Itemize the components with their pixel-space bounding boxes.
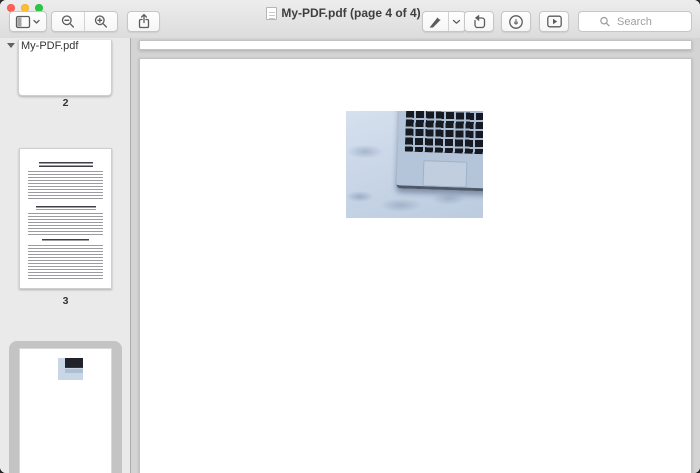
search-icon: [600, 16, 610, 26]
thumbnail-page-3[interactable]: [19, 148, 112, 289]
disclosure-triangle-icon[interactable]: [7, 43, 15, 48]
markup-pen-icon: [429, 17, 441, 28]
thumbnail-page-4[interactable]: [19, 348, 112, 473]
laptop-trackpad: [422, 160, 468, 188]
markup-pen-button[interactable]: [423, 12, 448, 31]
thumb-text-heading: [35, 206, 96, 210]
page-2-label: 2: [62, 97, 69, 109]
thumbnail-page-4-selected[interactable]: [9, 341, 122, 473]
markup-controls: [422, 11, 466, 32]
annotate-icon: [509, 14, 523, 29]
laptop-on-marble-photo: [346, 111, 483, 218]
document-proxy-icon[interactable]: [266, 6, 278, 20]
share-icon: [138, 13, 149, 29]
chevron-down-icon: [453, 19, 461, 24]
document-view[interactable]: [131, 38, 700, 473]
rotate-left-icon: [473, 14, 485, 29]
search-field[interactable]: [578, 11, 692, 32]
zoom-in-button[interactable]: [84, 12, 117, 31]
share-button[interactable]: [127, 11, 160, 32]
slideshow-play-icon: [546, 15, 562, 28]
zoom-controls: [51, 11, 118, 32]
preview-window: My-PDF.pdf (page 4 of 4) Search My-PDF.p…: [0, 0, 700, 473]
annotate-button[interactable]: [501, 11, 531, 32]
sidebar-filename: My-PDF.pdf: [21, 39, 79, 52]
thumb-text-heading: [42, 239, 89, 242]
thumb-text-paragraph: [28, 171, 103, 201]
thumb-text-paragraph: [28, 245, 103, 281]
page-3-label: 3: [62, 295, 69, 307]
thumb-text-heading: [38, 162, 93, 167]
page-4[interactable]: [139, 58, 692, 473]
sidebar-view-button[interactable]: [9, 11, 47, 32]
slideshow-button[interactable]: [539, 11, 569, 32]
sidebar-view-icon: [15, 15, 40, 28]
page-3-bottom-edge: [139, 40, 692, 50]
zoom-out-button[interactable]: [52, 12, 84, 31]
laptop: [396, 111, 483, 192]
markup-pen-dropdown[interactable]: [447, 12, 465, 31]
thumbnail-sidebar: My-PDF.pdf 2 3 4: [0, 38, 131, 473]
window-title-text: My-PDF.pdf (page 4 of 4): [281, 6, 421, 20]
rotate-button[interactable]: [464, 11, 494, 32]
zoom-in-icon: [94, 14, 108, 28]
thumbnail-laptop-image: [58, 358, 83, 380]
toolbar: My-PDF.pdf (page 4 of 4): [0, 0, 700, 39]
thumb-text-paragraph: [28, 213, 103, 235]
zoom-out-icon: [61, 14, 75, 28]
laptop-keyboard: [404, 111, 483, 156]
search-input[interactable]: [615, 14, 671, 29]
sidebar-document-row[interactable]: My-PDF.pdf: [0, 38, 130, 53]
